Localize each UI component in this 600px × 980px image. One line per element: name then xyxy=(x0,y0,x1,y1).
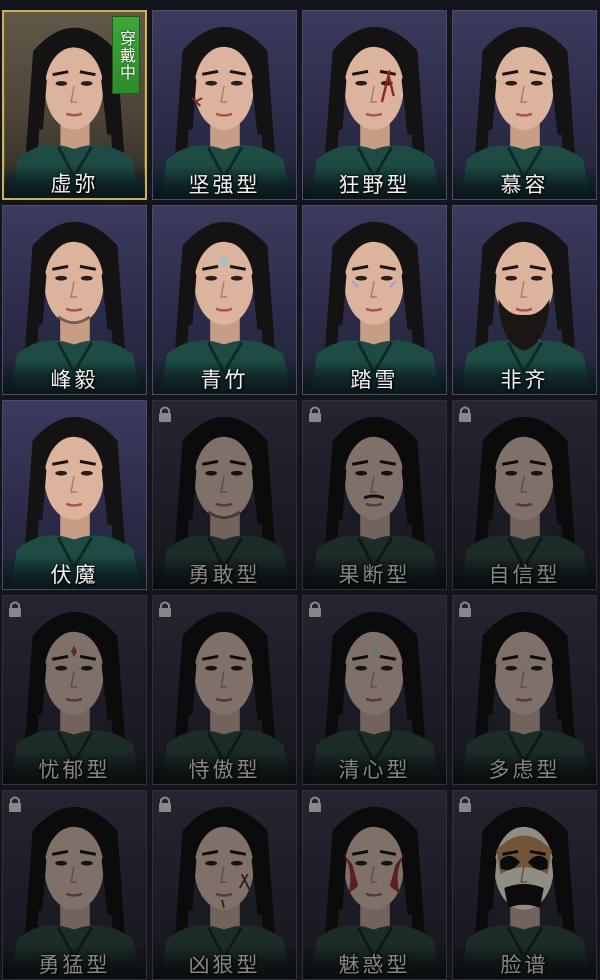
face-name: 青竹 xyxy=(153,360,296,394)
eye-left xyxy=(355,665,368,671)
face-tile[interactable]: 非齐 xyxy=(452,205,597,395)
face-name: 峰毅 xyxy=(3,360,146,394)
eye-right xyxy=(530,275,543,281)
face-tile[interactable]: 自信型 xyxy=(452,400,597,590)
face-tile[interactable]: 魅惑型 xyxy=(302,790,447,980)
face-name: 勇敢型 xyxy=(153,555,296,589)
lock-icon xyxy=(159,796,171,812)
face-tile[interactable]: 凶狠型 xyxy=(152,790,297,980)
lock-icon xyxy=(159,406,171,422)
eye-right xyxy=(230,80,243,86)
eye-right xyxy=(230,860,243,866)
lock-icon xyxy=(459,601,471,617)
face-tile[interactable]: 忧郁型 xyxy=(2,595,147,785)
eye-left xyxy=(205,80,218,86)
face-tile[interactable]: 脸谱 xyxy=(452,790,597,980)
face-tile[interactable]: 穿戴中虚弥 xyxy=(2,10,147,200)
face-tile[interactable]: 坚强型 xyxy=(152,10,297,200)
face-tile[interactable]: 慕容 xyxy=(452,10,597,200)
eye-left xyxy=(505,470,518,476)
eye-left xyxy=(205,470,218,476)
face-tile[interactable]: 伏魔 xyxy=(2,400,147,590)
eye-right xyxy=(80,275,93,281)
eye-left xyxy=(55,470,68,476)
eye-left xyxy=(205,860,218,866)
lock-icon xyxy=(309,796,321,812)
eye-left xyxy=(55,665,68,671)
face-name: 恃傲型 xyxy=(153,750,296,784)
mask-mouth xyxy=(504,884,544,908)
face-name: 慕容 xyxy=(453,165,596,199)
face-tile[interactable]: 恃傲型 xyxy=(152,595,297,785)
face-name: 狂野型 xyxy=(303,165,446,199)
eye-right xyxy=(230,665,243,671)
face-name: 坚强型 xyxy=(153,165,296,199)
eye-left xyxy=(55,275,68,281)
lock-icon xyxy=(459,406,471,422)
eye-right xyxy=(80,665,93,671)
eye-left xyxy=(205,275,218,281)
eye-left xyxy=(505,80,518,86)
face-tile[interactable]: 勇猛型 xyxy=(2,790,147,980)
face-name: 虚弥 xyxy=(4,164,145,198)
face-tile[interactable]: 峰毅 xyxy=(2,205,147,395)
face-name: 伏魔 xyxy=(3,555,146,589)
lock-icon xyxy=(159,601,171,617)
eye-left xyxy=(55,81,68,86)
eye-right xyxy=(380,275,393,281)
face-name: 果断型 xyxy=(303,555,446,589)
face-tile[interactable]: 多虑型 xyxy=(452,595,597,785)
lock-icon xyxy=(9,796,21,812)
eye-right xyxy=(80,860,93,866)
eye-right xyxy=(380,470,393,476)
face-tile[interactable]: 狂野型 xyxy=(302,10,447,200)
face-name: 踏雪 xyxy=(303,360,446,394)
eye-right xyxy=(380,860,393,866)
face-name: 自信型 xyxy=(453,555,596,589)
face-tile[interactable]: 果断型 xyxy=(302,400,447,590)
equipped-badge: 穿戴中 xyxy=(112,16,140,94)
face-tile[interactable]: 清心型 xyxy=(302,595,447,785)
eye-left xyxy=(505,665,518,671)
eye-left xyxy=(355,470,368,476)
eye-right xyxy=(80,81,93,86)
face-name: 非齐 xyxy=(453,360,596,394)
eye-right xyxy=(530,80,543,86)
face-name: 魅惑型 xyxy=(303,945,446,979)
face-name: 忧郁型 xyxy=(3,750,146,784)
eye-left xyxy=(505,275,518,281)
eye-right xyxy=(530,665,543,671)
face-name: 勇猛型 xyxy=(3,945,146,979)
eye-left xyxy=(355,275,368,281)
eye-right xyxy=(380,665,393,671)
face-name: 凶狠型 xyxy=(153,945,296,979)
eye-left xyxy=(355,80,368,86)
face-tile[interactable]: 青竹 xyxy=(152,205,297,395)
eye-left xyxy=(55,860,68,866)
eye-right xyxy=(80,470,93,476)
face-name: 多虑型 xyxy=(453,750,596,784)
eye-right xyxy=(530,470,543,476)
lock-icon xyxy=(459,796,471,812)
eye-right xyxy=(230,275,243,281)
face-tile[interactable]: 勇敢型 xyxy=(152,400,297,590)
eye-left xyxy=(355,860,368,866)
eye-left xyxy=(205,665,218,671)
lock-icon xyxy=(309,601,321,617)
face-tile[interactable]: 踏雪 xyxy=(302,205,447,395)
eye-right xyxy=(230,470,243,476)
face-selection-grid: 穿戴中虚弥 坚强型 狂野型 慕容峰毅 青竹 踏雪 非齐伏魔 勇敢型 果断型 自信型忧郁型 恃傲型 清心… xyxy=(2,10,600,980)
lock-icon xyxy=(9,601,21,617)
lock-icon xyxy=(309,406,321,422)
face-name: 脸谱 xyxy=(453,945,596,979)
face-name: 清心型 xyxy=(303,750,446,784)
